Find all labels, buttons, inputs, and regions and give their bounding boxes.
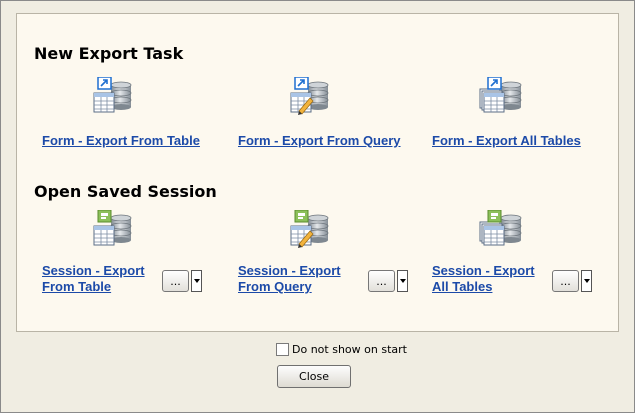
session-all-tables-browse-button[interactable]: ... [552,270,579,292]
new-export-heading: New Export Task [34,44,184,63]
session-all-tables-dropdown-button[interactable] [581,270,592,292]
export-table-icon[interactable] [89,77,137,117]
chevron-down-icon [583,279,590,283]
session-query-browse-button[interactable]: ... [368,270,395,292]
session-table-split-button: ... [162,270,202,292]
export-all-tables-link[interactable]: Form - Export All Tables [432,133,581,149]
session-table-icon[interactable] [89,210,137,250]
chevron-down-icon [399,279,406,283]
session-all-tables-split-button: ... [552,270,592,292]
session-query-icon[interactable] [286,210,334,250]
session-query-dropdown-button[interactable] [397,270,408,292]
do-not-show-checkbox[interactable] [276,343,289,356]
export-from-query-link[interactable]: Form - Export From Query [238,133,401,149]
export-wizard-window: New Export Task Form - Export From Table… [0,0,635,413]
export-from-table-link[interactable]: Form - Export From Table [42,133,200,149]
session-export-all-tables-link[interactable]: Session - Export All Tables [432,263,552,295]
session-table-dropdown-button[interactable] [191,270,202,292]
close-button[interactable]: Close [277,365,351,388]
do-not-show-label[interactable]: Do not show on start [292,343,407,356]
export-query-icon[interactable] [286,77,334,117]
task-panel: New Export Task Form - Export From Table… [16,13,619,332]
saved-session-heading: Open Saved Session [34,182,217,201]
session-export-query-link[interactable]: Session - Export From Query [238,263,358,295]
session-all-tables-icon[interactable] [479,210,527,250]
do-not-show-row: Do not show on start [276,343,407,356]
export-all-tables-icon[interactable] [479,77,527,117]
session-query-split-button: ... [368,270,408,292]
chevron-down-icon [193,279,200,283]
session-export-table-link[interactable]: Session - Export From Table [42,263,162,295]
session-table-browse-button[interactable]: ... [162,270,189,292]
